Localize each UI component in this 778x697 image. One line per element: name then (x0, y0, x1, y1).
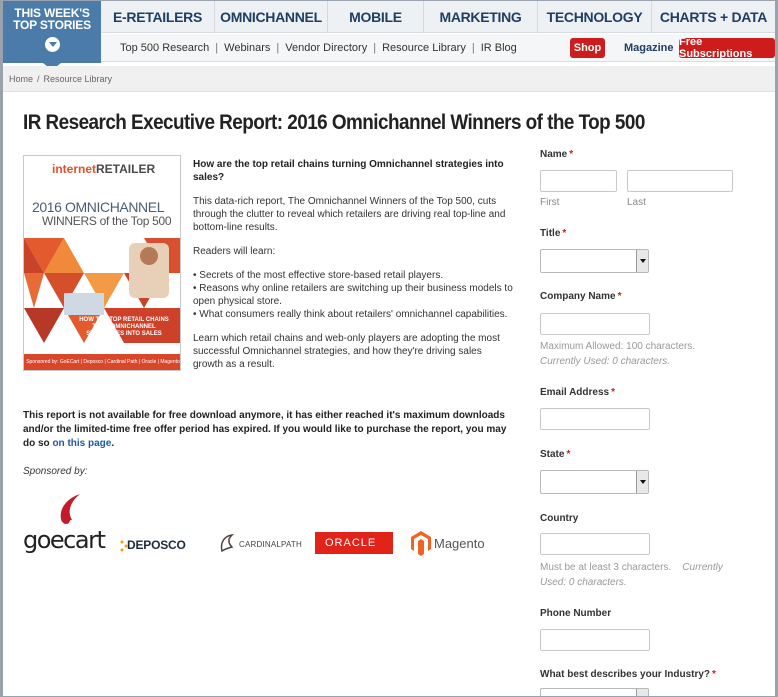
subnav-vendor-directory[interactable]: Vendor Directory (285, 42, 367, 54)
state-label: State * (540, 449, 571, 460)
magento-hex-icon (411, 531, 431, 556)
oracle-logo[interactable]: ORACLE (315, 532, 393, 554)
breadcrumb-home[interactable]: Home (9, 74, 33, 84)
subnav-top500[interactable]: Top 500 Research (120, 42, 209, 54)
phone-label: Phone Number (540, 608, 612, 619)
report-cover-image: internetRETAILER 2016 OMNICHANNEL WINNER… (23, 155, 181, 371)
top-stories-button[interactable]: THIS WEEK'S TOP STORIES (3, 0, 101, 70)
oracle-wordmark: ORACLE (325, 537, 377, 549)
sub-nav: Top 500 Research | Webinars | Vendor Direc… (101, 34, 775, 62)
company-char-hint: Maximum Allowed: 100 characters. Current… (540, 341, 696, 367)
intro-para1: This data-rich report, The Omnichannel W… (193, 196, 506, 233)
list-item: • What consumers really think about reta… (193, 309, 508, 320)
email-field[interactable] (540, 408, 650, 430)
company-name-input[interactable] (540, 313, 650, 335)
nav-charts-data[interactable]: CHARTS + DATA (651, 0, 775, 33)
list-item: • Secrets of the most effective store-ba… (193, 270, 444, 281)
unavailable-notice: This report is not available for free do… (23, 410, 507, 449)
cover-year: 2016 OMNICHANNEL (32, 199, 165, 215)
site-header: THIS WEEK'S TOP STORIES E-RETAILERS OMNI… (0, 0, 778, 70)
intro-para2: Learn which retail chains and web-only p… (193, 333, 500, 370)
country-input[interactable] (540, 533, 650, 555)
report-intro: How are the top retail chains turning Om… (193, 158, 513, 382)
magento-wordmark: Magento (434, 536, 485, 551)
nav-mobile[interactable]: MOBILE (327, 0, 423, 33)
chevron-down-icon[interactable] (636, 689, 648, 697)
on-this-page-link[interactable]: on this page (52, 438, 111, 449)
name-label: Name * (540, 149, 574, 160)
subnav-ir-blog[interactable]: IR Blog (481, 42, 517, 54)
last-name-input[interactable] (627, 170, 733, 192)
goecart-wordmark: goecart (23, 526, 106, 554)
state-select[interactable] (540, 470, 649, 494)
cover-footer: Sponsored by: GoECart | Deposco | Cardin… (24, 354, 180, 370)
industry-label: What best describes your Industry? * (540, 669, 716, 680)
intro-readers: Readers will learn: (193, 246, 276, 257)
main-nav: E-RETAILERS OMNICHANNEL MOBILE MARKETING… (101, 0, 775, 33)
phone-input[interactable] (540, 629, 650, 651)
nav-technology[interactable]: TECHNOLOGY (537, 0, 651, 33)
chevron-down-icon (44, 37, 60, 52)
cover-how-text: HOW THE TOP RETAIL CHAINS TURN OMNICHANN… (79, 317, 169, 337)
sponsored-by-label: Sponsored by: (23, 466, 88, 477)
breadcrumb: Home / Resource Library (3, 66, 775, 92)
free-subscriptions-button[interactable]: Free Subscriptions (679, 36, 775, 60)
company-name-label: Company Name * (540, 291, 622, 302)
goecart-logo[interactable]: goecart (22, 490, 107, 554)
title-select[interactable] (540, 249, 649, 273)
internet-retailer-logo: internetRETAILER (52, 162, 156, 176)
chevron-down-icon[interactable] (636, 250, 648, 272)
cover-winners: WINNERS of the Top 500 (42, 214, 172, 228)
first-name-input[interactable] (540, 170, 617, 192)
magento-logo[interactable]: Magento (410, 530, 492, 556)
shop-button[interactable]: Shop (570, 38, 605, 58)
title-label: Title * (540, 228, 567, 239)
breadcrumb-current[interactable]: Resource Library (44, 74, 113, 84)
deposco-logo[interactable]: DEPOSCO (120, 536, 202, 556)
email-label: Email Address * (540, 387, 616, 398)
subnav-webinars[interactable]: Webinars (224, 42, 270, 54)
page-title: IR Research Executive Report: 2016 Omnic… (23, 111, 645, 134)
country-char-hint: Must be at least 3 characters. Currently… (540, 562, 723, 588)
cardinal-bird-icon (220, 533, 235, 553)
list-item: • Reasons why online retailers are switc… (193, 283, 513, 307)
subnav-resource-library[interactable]: Resource Library (382, 42, 466, 54)
country-label: Country (540, 513, 579, 524)
cardinalpath-wordmark: CARDINALPATH (239, 540, 303, 549)
intro-question: How are the top retail chains turning Om… (193, 159, 504, 183)
nav-marketing[interactable]: MARKETING (423, 0, 537, 33)
last-sublabel: Last (627, 197, 646, 208)
first-sublabel: First (540, 197, 560, 208)
nav-omnichannel[interactable]: OMNICHANNEL (214, 0, 327, 33)
top-stories-line2: TOP STORIES (13, 18, 91, 32)
deposco-wordmark: DEPOSCO (127, 538, 186, 552)
nav-e-retailers[interactable]: E-RETAILERS (101, 0, 214, 33)
cardinalpath-logo[interactable]: CARDINALPATH (218, 533, 304, 555)
intro-bullets: • Secrets of the most effective store-ba… (193, 269, 513, 321)
magazine-link[interactable]: Magazine (624, 42, 674, 54)
chevron-down-icon[interactable] (636, 471, 648, 493)
industry-select[interactable] (540, 688, 649, 697)
